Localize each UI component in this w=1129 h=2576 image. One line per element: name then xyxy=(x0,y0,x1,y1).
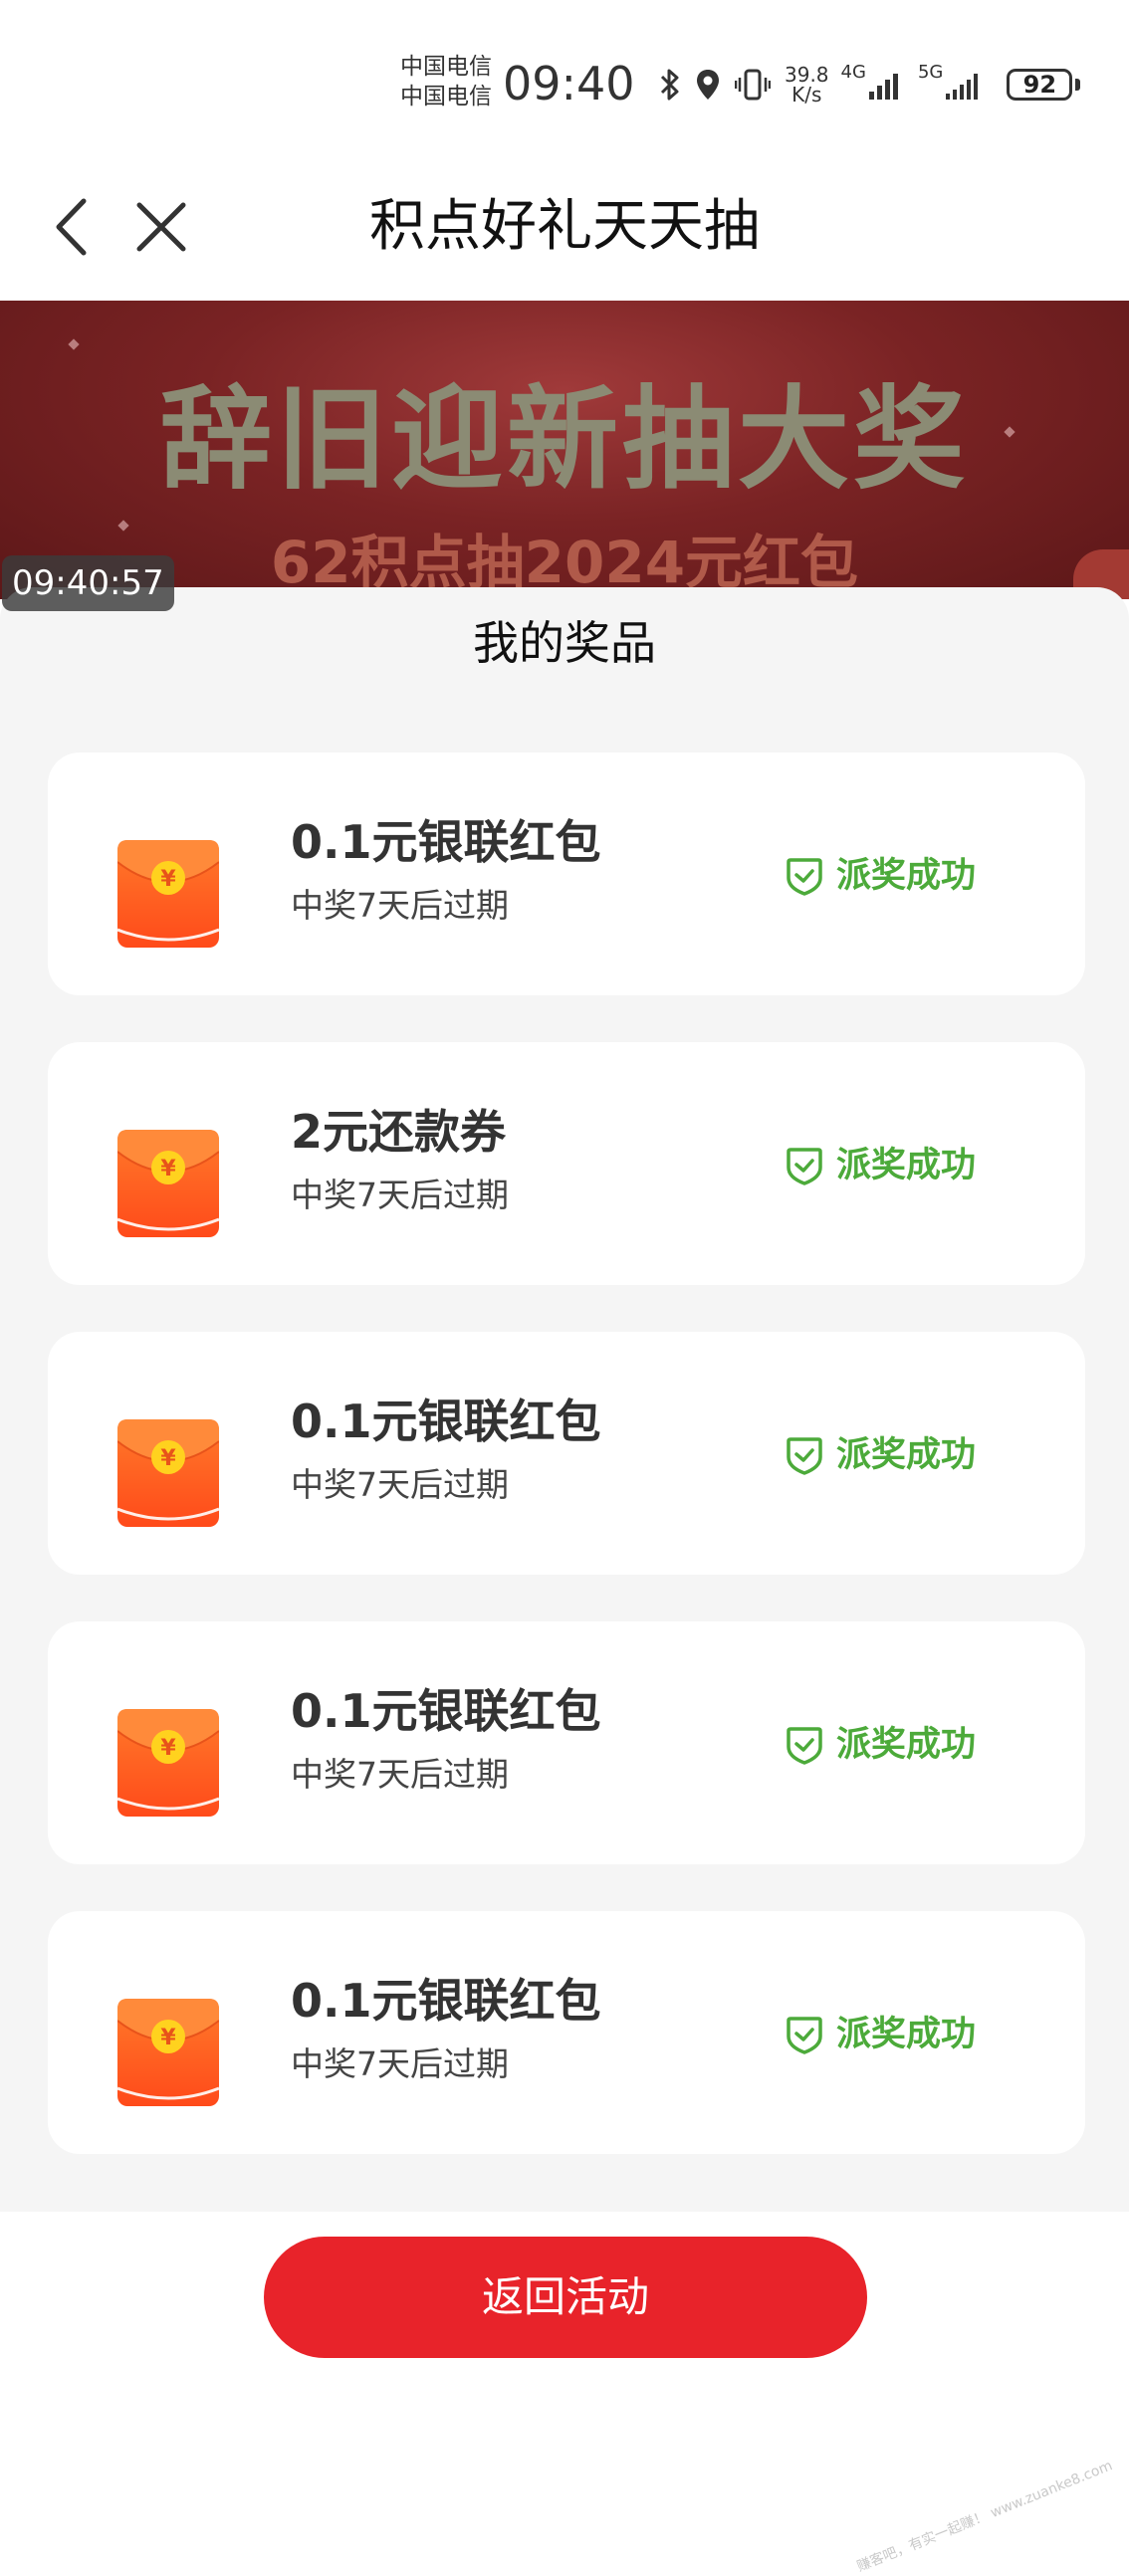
prize-expiry: 中奖7天后过期 xyxy=(291,2044,509,2083)
system-icons: 39.8 K/s 4G 5G 92 xyxy=(659,58,1081,111)
network-speed: 39.8 K/s xyxy=(785,65,829,105)
prize-card[interactable]: ¥ 0.1元银联红包 中奖7天后过期 派奖成功 xyxy=(48,1332,1085,1575)
prize-status: 派奖成功 xyxy=(785,1427,976,1483)
signal-2-icon xyxy=(945,68,985,102)
signal-1-icon xyxy=(868,68,904,102)
network-type-1: 4G xyxy=(840,62,866,83)
prize-list: ¥ 0.1元银联红包 中奖7天后过期 派奖成功 ¥ 2元还款券 中奖7天后过期 … xyxy=(48,752,1085,2201)
page-title: 积点好礼天天抽 xyxy=(369,194,760,259)
svg-text:¥: ¥ xyxy=(160,1446,176,1471)
prize-card[interactable]: ¥ 0.1元银联红包 中奖7天后过期 派奖成功 xyxy=(48,1621,1085,1864)
sheet-title: 我的奖品 xyxy=(473,616,656,670)
sparkle-icon xyxy=(68,338,80,350)
battery-tip xyxy=(1075,79,1081,91)
watermark: 赚客吧，有实一起赚！ www.zuanke8.com xyxy=(854,2458,1115,2576)
shield-check-icon xyxy=(785,1435,824,1475)
shield-check-icon xyxy=(785,1146,824,1185)
red-envelope-icon: ¥ xyxy=(116,1999,220,2106)
prize-sheet: 我的奖品 ¥ 0.1元银联红包 中奖7天后过期 派奖成功 ¥ 2元还款券 中奖7… xyxy=(0,587,1129,2483)
prize-expiry: 中奖7天后过期 xyxy=(291,1176,509,1214)
shield-check-icon xyxy=(785,856,824,896)
promo-banner: 辞旧迎新抽大奖 62积点抽2024元红包 xyxy=(0,301,1129,599)
red-envelope-icon: ¥ xyxy=(116,840,220,948)
prize-name: 0.1元银联红包 xyxy=(291,1395,601,1448)
status-bar: 中国电信 中国电信 09:40 39.8 K/s 4G 5G 92 xyxy=(0,0,1129,159)
prize-status: 派奖成功 xyxy=(785,848,976,904)
prize-expiry: 中奖7天后过期 xyxy=(291,1465,509,1504)
shield-check-icon xyxy=(785,1725,824,1765)
bottom-bar: 返回活动 赚客吧，有实一起赚！ www.zuanke8.com xyxy=(0,2212,1129,2575)
carrier-1: 中国电信 xyxy=(400,54,492,80)
prize-status: 派奖成功 xyxy=(785,1717,976,1773)
prize-name: 0.1元银联红包 xyxy=(291,1684,601,1738)
vibrate-icon xyxy=(735,68,771,102)
prize-status-text: 派奖成功 xyxy=(836,1146,977,1185)
prize-name: 0.1元银联红包 xyxy=(291,1974,601,2028)
network-speed-unit: K/s xyxy=(791,83,822,107)
svg-text:¥: ¥ xyxy=(160,2026,176,2050)
status-clock: 09:40 xyxy=(503,57,635,110)
screenshot-timestamp: 09:40:57 xyxy=(2,555,174,611)
network-type-2: 5G xyxy=(917,62,944,83)
carrier-2: 中国电信 xyxy=(400,84,492,109)
banner-title: 辞旧迎新抽大奖 xyxy=(160,375,969,505)
return-to-activity-button[interactable]: 返回活动 xyxy=(264,2237,867,2358)
red-envelope-icon: ¥ xyxy=(116,1130,220,1237)
prize-status-text: 派奖成功 xyxy=(836,1435,977,1475)
prize-expiry: 中奖7天后过期 xyxy=(291,886,509,925)
prize-status: 派奖成功 xyxy=(785,1138,976,1193)
prize-status-text: 派奖成功 xyxy=(836,856,977,896)
battery-indicator: 92 xyxy=(1007,69,1073,101)
prize-card[interactable]: ¥ 0.1元银联红包 中奖7天后过期 派奖成功 xyxy=(48,752,1085,995)
prize-name: 2元还款券 xyxy=(291,1105,507,1159)
red-envelope-icon: ¥ xyxy=(116,1419,220,1527)
shield-check-icon xyxy=(785,2015,824,2054)
prize-status: 派奖成功 xyxy=(785,2007,976,2062)
network-speed-value: 39.8 xyxy=(785,63,829,87)
svg-text:¥: ¥ xyxy=(160,1736,176,1761)
title-bar: 积点好礼天天抽 xyxy=(0,159,1129,301)
prize-expiry: 中奖7天后过期 xyxy=(291,1755,509,1794)
red-envelope-icon: ¥ xyxy=(116,1709,220,1817)
bluetooth-icon xyxy=(659,68,681,102)
prize-card[interactable]: ¥ 0.1元银联红包 中奖7天后过期 派奖成功 xyxy=(48,1911,1085,2154)
prize-status-text: 派奖成功 xyxy=(836,1725,977,1765)
prize-name: 0.1元银联红包 xyxy=(291,815,601,869)
svg-text:¥: ¥ xyxy=(160,1157,176,1181)
prize-status-text: 派奖成功 xyxy=(836,2015,977,2054)
location-icon xyxy=(695,68,721,102)
svg-text:¥: ¥ xyxy=(160,867,176,892)
prize-card[interactable]: ¥ 2元还款券 中奖7天后过期 派奖成功 xyxy=(48,1042,1085,1285)
carrier-labels: 中国电信 中国电信 xyxy=(400,52,492,111)
